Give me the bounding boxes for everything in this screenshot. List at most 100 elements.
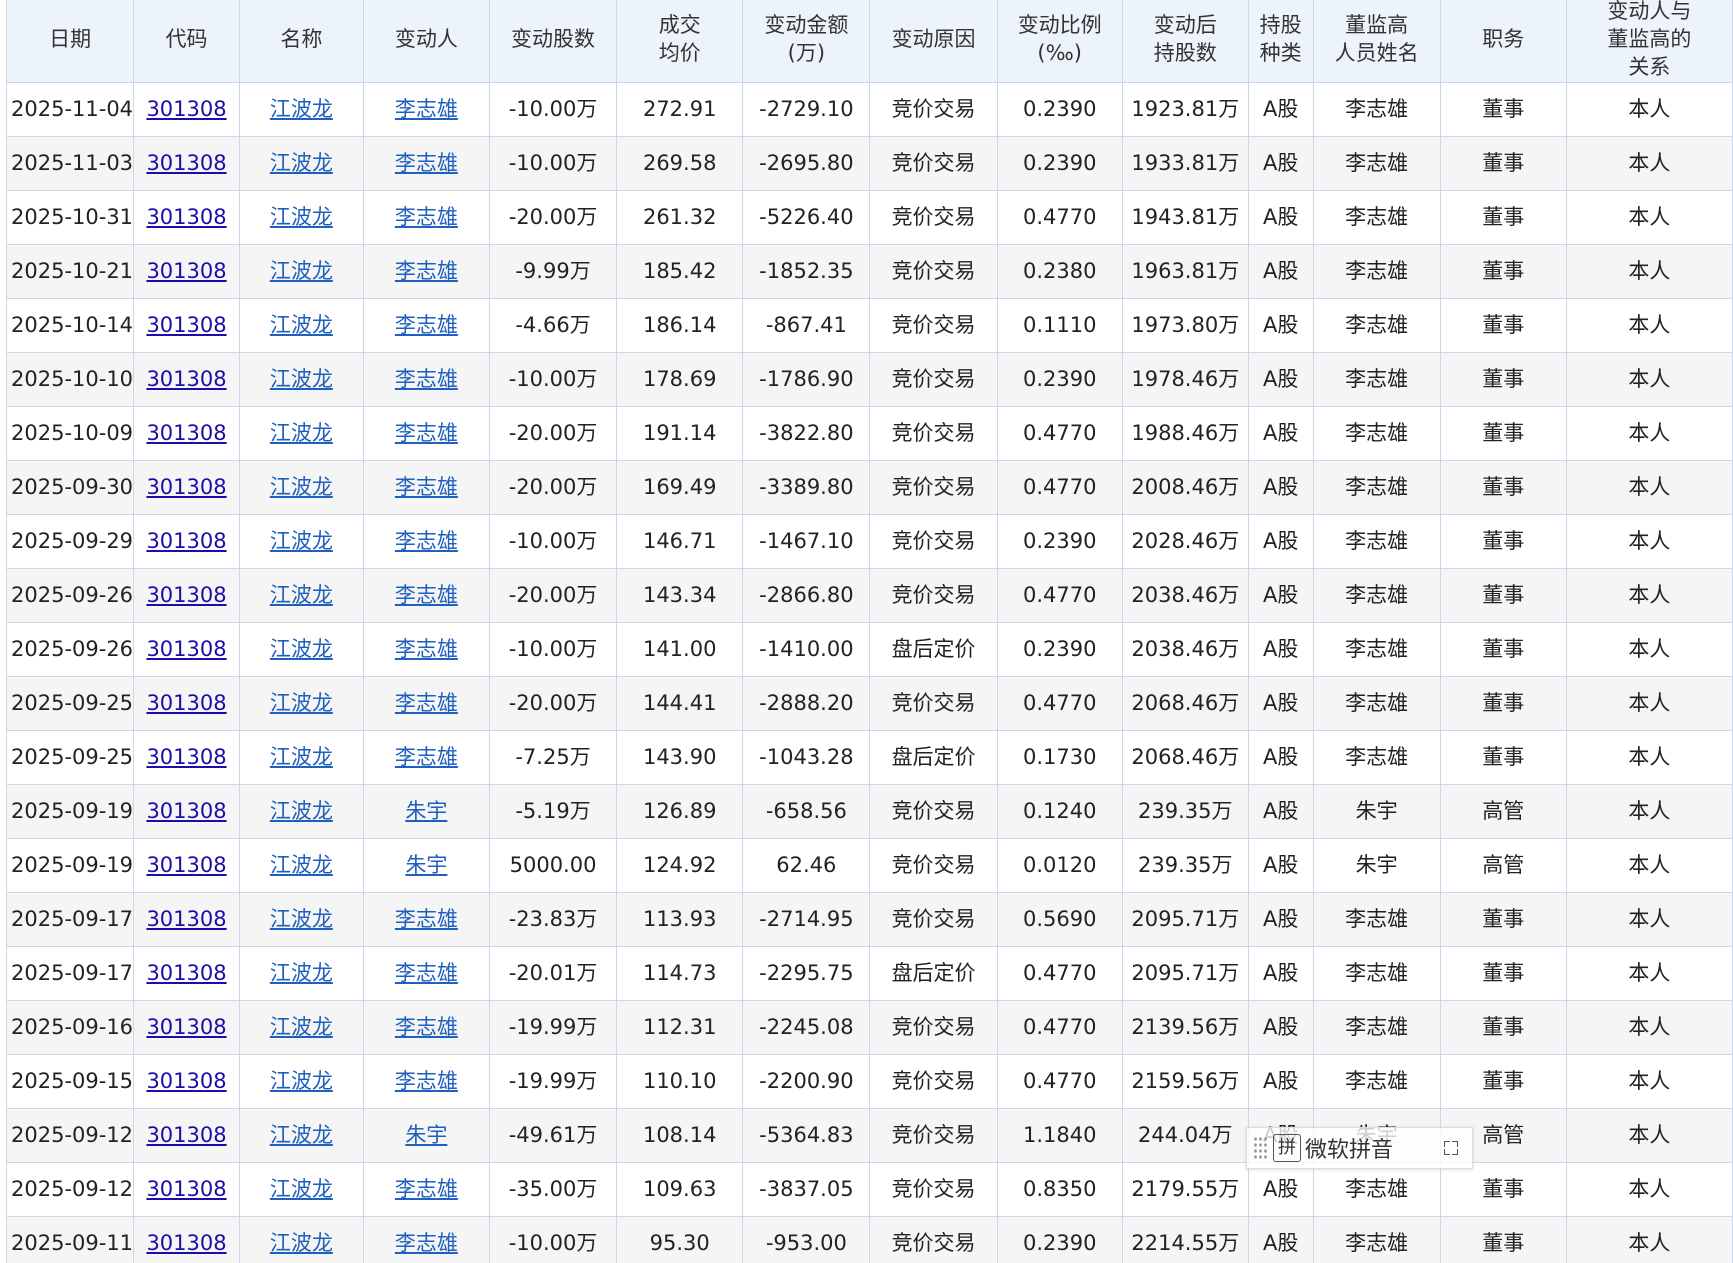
cell-name: 江波龙 <box>238 352 364 407</box>
changer-link[interactable]: 李志雄 <box>395 745 458 769</box>
cell-date: 2025-09-30 <box>5 460 135 515</box>
stock-code-link[interactable]: 301308 <box>146 1123 226 1147</box>
stock-code-link[interactable]: 301308 <box>146 313 226 337</box>
cell-position: 董事 <box>1439 406 1567 461</box>
changer-link[interactable]: 李志雄 <box>395 637 458 661</box>
changer-link[interactable]: 朱宇 <box>405 799 447 823</box>
stock-name-link[interactable]: 江波龙 <box>270 1177 333 1201</box>
cell-changer: 李志雄 <box>362 622 490 677</box>
stock-name-link[interactable]: 江波龙 <box>270 745 333 769</box>
stock-code-link[interactable]: 301308 <box>146 475 226 499</box>
stock-code-link[interactable]: 301308 <box>146 1015 226 1039</box>
stock-code-link[interactable]: 301308 <box>146 205 226 229</box>
stock-code-link[interactable]: 301308 <box>146 97 226 121</box>
stock-name-link[interactable]: 江波龙 <box>270 799 333 823</box>
stock-name-link[interactable]: 江波龙 <box>270 205 333 229</box>
cell-change-reason: 竞价交易 <box>869 838 998 893</box>
cell-change-shares: -10.00万 <box>488 136 618 191</box>
cell-share-type: A股 <box>1247 838 1314 893</box>
stock-name-link[interactable]: 江波龙 <box>270 151 333 175</box>
changer-link[interactable]: 李志雄 <box>395 205 458 229</box>
stock-name-link[interactable]: 江波龙 <box>270 961 333 985</box>
stock-code-link[interactable]: 301308 <box>146 907 226 931</box>
stock-name-link[interactable]: 江波龙 <box>270 637 333 661</box>
changer-link[interactable]: 李志雄 <box>395 1015 458 1039</box>
stock-code-link[interactable]: 301308 <box>146 1177 226 1201</box>
stock-name-link[interactable]: 江波龙 <box>270 907 333 931</box>
ime-logo-icon[interactable]: 拼 <box>1273 1134 1301 1162</box>
stock-code-link[interactable]: 301308 <box>146 745 226 769</box>
changer-link[interactable]: 李志雄 <box>395 583 458 607</box>
stock-code-link[interactable]: 301308 <box>146 529 226 553</box>
cell-avg-price: 185.42 <box>616 244 744 299</box>
stock-code-link[interactable]: 301308 <box>146 961 226 985</box>
cell-date: 2025-09-15 <box>5 1054 135 1109</box>
changer-link[interactable]: 李志雄 <box>395 907 458 931</box>
cell-changer: 李志雄 <box>362 514 490 569</box>
cell-share-type: A股 <box>1247 244 1314 299</box>
stock-code-link[interactable]: 301308 <box>146 259 226 283</box>
cell-changer: 李志雄 <box>362 892 490 947</box>
ime-name[interactable]: 微软拼音 <box>1305 1132 1393 1164</box>
stock-name-link[interactable]: 江波龙 <box>270 529 333 553</box>
changer-link[interactable]: 李志雄 <box>395 1231 458 1255</box>
stock-name-link[interactable]: 江波龙 <box>270 1231 333 1255</box>
cell-position: 董事 <box>1439 730 1567 785</box>
stock-name-link[interactable]: 江波龙 <box>270 475 333 499</box>
expand-icon[interactable] <box>1444 1141 1458 1155</box>
stock-name-link[interactable]: 江波龙 <box>270 367 333 391</box>
changer-link[interactable]: 李志雄 <box>395 421 458 445</box>
cell-position: 董事 <box>1439 82 1567 137</box>
cell-change-amount: -5364.83 <box>742 1108 871 1163</box>
stock-code-link[interactable]: 301308 <box>146 1069 226 1093</box>
stock-name-link[interactable]: 江波龙 <box>270 691 333 715</box>
stock-code-link[interactable]: 301308 <box>146 691 226 715</box>
cell-shares-after: 239.35万 <box>1121 838 1249 893</box>
cell-name: 江波龙 <box>238 784 364 839</box>
changer-link[interactable]: 李志雄 <box>395 367 458 391</box>
stock-code-link[interactable]: 301308 <box>146 637 226 661</box>
changer-link[interactable]: 李志雄 <box>395 313 458 337</box>
stock-name-link[interactable]: 江波龙 <box>270 313 333 337</box>
stock-name-link[interactable]: 江波龙 <box>270 1069 333 1093</box>
ime-toolbar[interactable]: 拼 微软拼音 <box>1246 1127 1473 1169</box>
stock-name-link[interactable]: 江波龙 <box>270 259 333 283</box>
changer-link[interactable]: 朱宇 <box>405 1123 447 1147</box>
changer-link[interactable]: 李志雄 <box>395 97 458 121</box>
cell-change-shares: -20.00万 <box>488 568 618 623</box>
changer-link[interactable]: 李志雄 <box>395 961 458 985</box>
changer-link[interactable]: 李志雄 <box>395 1069 458 1093</box>
changer-link[interactable]: 李志雄 <box>395 529 458 553</box>
cell-change-ratio: 0.4770 <box>996 460 1123 515</box>
stock-name-link[interactable]: 江波龙 <box>270 853 333 877</box>
stock-code-link[interactable]: 301308 <box>146 583 226 607</box>
cell-change-reason: 盘后定价 <box>869 730 998 785</box>
stock-name-link[interactable]: 江波龙 <box>270 1015 333 1039</box>
stock-code-link[interactable]: 301308 <box>146 799 226 823</box>
changer-link[interactable]: 李志雄 <box>395 151 458 175</box>
cell-relationship: 本人 <box>1565 406 1733 461</box>
cell-change-ratio: 1.1840 <box>996 1108 1123 1163</box>
stock-name-link[interactable]: 江波龙 <box>270 421 333 445</box>
stock-code-link[interactable]: 301308 <box>146 367 226 391</box>
changer-link[interactable]: 李志雄 <box>395 1177 458 1201</box>
stock-name-link[interactable]: 江波龙 <box>270 1123 333 1147</box>
drag-handle-icon[interactable] <box>1253 1136 1267 1160</box>
stock-name-link[interactable]: 江波龙 <box>270 583 333 607</box>
cell-share-type: A股 <box>1247 676 1314 731</box>
stock-code-link[interactable]: 301308 <box>146 151 226 175</box>
cell-change-shares: -10.00万 <box>488 82 618 137</box>
cell-avg-price: 143.34 <box>616 568 744 623</box>
changer-link[interactable]: 李志雄 <box>395 475 458 499</box>
stock-name-link[interactable]: 江波龙 <box>270 97 333 121</box>
changer-link[interactable]: 李志雄 <box>395 259 458 283</box>
cell-share-type: A股 <box>1247 784 1314 839</box>
stock-code-link[interactable]: 301308 <box>146 853 226 877</box>
stock-code-link[interactable]: 301308 <box>146 1231 226 1255</box>
header-row: 日期 代码 名称 变动人 变动股数 成交 均价 变动金额 (万) 变动原因 变动比例 (‰) 变动后 持股… <box>5 0 1733 83</box>
cell-change-ratio: 0.4770 <box>996 1000 1123 1055</box>
changer-link[interactable]: 朱宇 <box>405 853 447 877</box>
cell-changer: 李志雄 <box>362 460 490 515</box>
changer-link[interactable]: 李志雄 <box>395 691 458 715</box>
stock-code-link[interactable]: 301308 <box>146 421 226 445</box>
